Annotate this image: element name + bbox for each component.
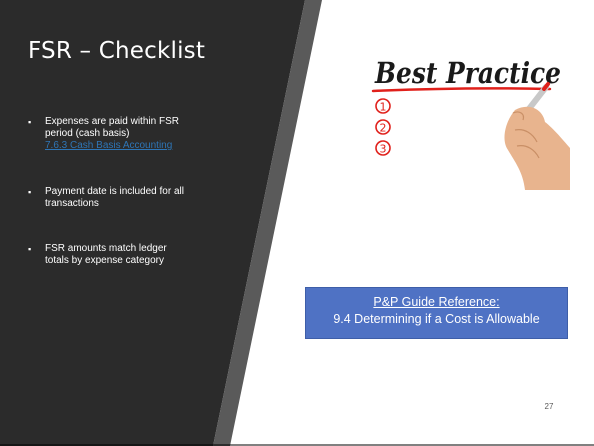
checklist-item-cash-basis: Expenses are paid within FSR period (cas… bbox=[28, 116, 188, 152]
reference-heading: P&P Guide Reference: bbox=[373, 295, 500, 309]
best-practice-image: Best Practice 1 2 3 bbox=[371, 56, 570, 190]
best-practice-heading: Best Practice bbox=[374, 56, 561, 90]
checklist-item-text: Payment date is included for all transac… bbox=[45, 186, 184, 209]
page-number: 27 bbox=[544, 402, 554, 411]
number-two: 2 bbox=[380, 122, 387, 135]
number-three: 3 bbox=[380, 143, 387, 156]
slide-title: FSR – Checklist bbox=[28, 38, 206, 64]
slide: FSR – Checklist Expenses are paid within… bbox=[0, 0, 594, 446]
checklist-item-payment-date: Payment date is included for all transac… bbox=[28, 186, 188, 210]
pp-guide-reference-box: P&P Guide Reference: 9.4 Determining if … bbox=[305, 287, 568, 339]
checklist-item-text: Expenses are paid within FSR period (cas… bbox=[45, 116, 179, 139]
hand-with-marker-icon bbox=[504, 82, 570, 190]
number-one: 1 bbox=[380, 101, 387, 114]
checklist: Expenses are paid within FSR period (cas… bbox=[28, 116, 188, 267]
reference-section: 9.4 Determining if a Cost is Allowable bbox=[333, 312, 540, 326]
checklist-item-text: FSR amounts match ledger totals by expen… bbox=[45, 243, 167, 266]
checklist-item-ledger-totals: FSR amounts match ledger totals by expen… bbox=[28, 243, 188, 267]
cash-basis-accounting-link[interactable]: 7.6.3 Cash Basis Accounting bbox=[45, 140, 172, 151]
marker-underline bbox=[371, 87, 552, 93]
